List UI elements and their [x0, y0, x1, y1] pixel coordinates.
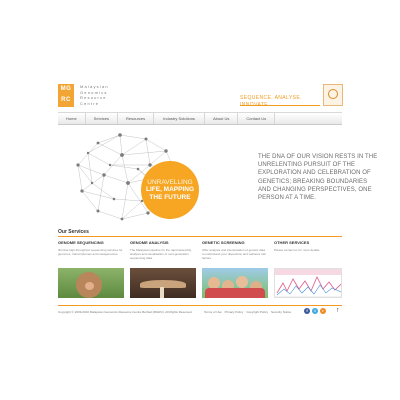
hero-circle-line-3: THE FUTURE — [149, 193, 191, 201]
service-genome-sequencing[interactable]: GENOME SEQUENCING Illumina high-throughp… — [58, 240, 124, 298]
hero-banner: UNRAVELLING LIFE, MAPPING THE FUTURE THE… — [58, 125, 377, 225]
tagline: SEQUENCE. ANALYSE. INNOVATE — [240, 95, 320, 108]
nav-services[interactable]: Services — [86, 113, 119, 124]
footer-link-terms[interactable]: Terms of Use — [204, 310, 222, 314]
hero-tagline-circle: UNRAVELLING LIFE, MAPPING THE FUTURE — [141, 161, 199, 219]
main-navigation: Home Services Resources Industry Solutio… — [58, 112, 342, 125]
service-description: Illumina high-throughput sequencing serv… — [58, 248, 123, 256]
service-heading[interactable]: GENOME SEQUENCING — [58, 240, 124, 246]
sequence-chart-graphic — [275, 269, 341, 297]
service-description: The Malaysian pipeline for the rapid ass… — [130, 248, 192, 260]
nav-industry-solutions[interactable]: Industry Solutions — [154, 113, 205, 124]
services-title: Our Services — [58, 229, 89, 235]
service-heading[interactable]: GENETIC SCREENING — [202, 240, 268, 246]
service-heading[interactable]: GENOME ANALYSIS — [130, 240, 196, 246]
service-genome-analysis[interactable]: GENOME ANALYSIS The Malaysian pipeline f… — [130, 240, 196, 298]
hero-circle-line-1: UNRAVELLING — [147, 178, 193, 186]
back-to-top-icon[interactable]: ↑ — [336, 307, 340, 315]
nav-contact-us[interactable]: Contact Us — [238, 113, 276, 124]
nav-resources[interactable]: Resources — [118, 113, 155, 124]
mgrc-logo[interactable]: MG RC — [58, 84, 74, 107]
copyright-text: Copyright © 2009-2010 Malaysian Genomics… — [58, 310, 193, 314]
nav-about-us[interactable]: About Us — [205, 113, 239, 124]
page: MG RC Malaysian Genomics Resource Centre… — [0, 0, 400, 400]
dna-network-graphic — [76, 133, 178, 221]
org-name-line: Centre — [80, 100, 100, 106]
vision-statement: THE DNA OF OUR VISION RESTS IN THE UNREL… — [258, 154, 378, 202]
footer-links: Terms of Use Privacy Policy Copyright Po… — [204, 310, 291, 314]
footer-link-security[interactable]: Security Notice — [271, 310, 291, 314]
organization-name: Malaysian Genomics Resource Centre — [80, 84, 140, 106]
hero-circle-line-2: LIFE, MAPPING — [145, 186, 195, 194]
service-heading[interactable]: OTHER SERVICES — [274, 240, 342, 246]
logo-line-2: RC — [61, 97, 71, 103]
logo-line-1: MG — [60, 86, 72, 92]
proboscis-monkey-image[interactable] — [58, 268, 124, 298]
facebook-icon[interactable]: f — [304, 308, 310, 314]
family-photo-image[interactable] — [202, 268, 268, 298]
twitter-icon[interactable]: t — [312, 308, 318, 314]
services-divider — [58, 236, 342, 237]
nav-home[interactable]: Home — [58, 113, 86, 124]
service-genetic-screening[interactable]: GENETIC SCREENING Offer analysis and int… — [202, 240, 268, 298]
footer-divider — [58, 305, 342, 306]
footer-link-copyright[interactable]: Copyright Policy — [246, 310, 268, 314]
service-description: Offer analysis and interpretation of gen… — [202, 248, 266, 260]
emblem-logo — [323, 84, 343, 106]
social-links: f t r — [304, 308, 326, 314]
rss-icon[interactable]: r — [320, 308, 326, 314]
service-other-services[interactable]: OTHER SERVICES Please contact us for mor… — [274, 240, 342, 298]
mushroom-image[interactable] — [130, 268, 196, 298]
service-description: Please contact us for more details. — [274, 248, 321, 252]
sequence-chart-image[interactable] — [274, 268, 342, 298]
footer-link-privacy[interactable]: Privacy Policy — [225, 310, 244, 314]
